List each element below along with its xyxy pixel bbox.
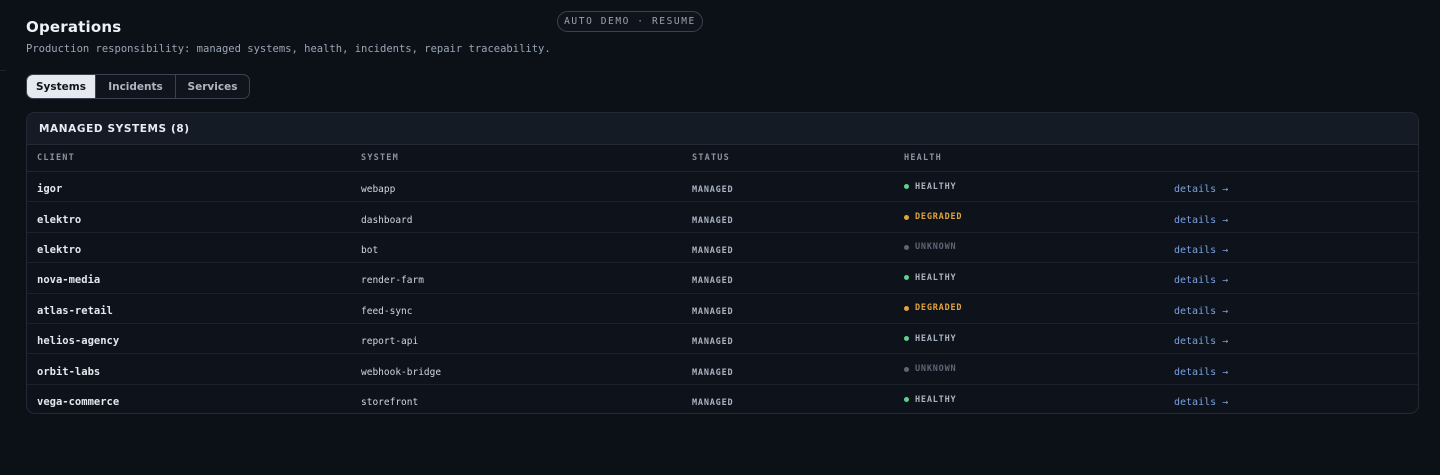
details-link[interactable]: details → — [1174, 367, 1228, 378]
health-label: HEALTHY — [915, 272, 957, 283]
status-label: MANAGED — [692, 337, 734, 348]
health-indicator: HEALTHY — [904, 273, 1174, 283]
tab-services[interactable]: Services — [176, 75, 249, 98]
system-name: webhook-bridge — [361, 366, 442, 378]
table-row: orbit-labs webhook-bridge MANAGED UNKNOWN de… — [27, 354, 1418, 385]
health-indicator: HEALTHY — [904, 182, 1174, 192]
client-name: elektro — [37, 213, 82, 226]
system-name: report-api — [361, 336, 419, 348]
client-name: igor — [37, 183, 63, 196]
client-name: vega-commerce — [37, 396, 120, 409]
status-label: MANAGED — [692, 215, 734, 226]
health-label: UNKNOWN — [915, 242, 957, 253]
column-header-system: SYSTEM — [361, 153, 399, 163]
health-label: DEGRADED — [915, 212, 963, 223]
health-indicator: UNKNOWN — [904, 242, 1174, 252]
column-header-status: STATUS — [692, 153, 730, 163]
client-name: helios-agency — [37, 335, 120, 348]
tab-systems[interactable]: Systems — [27, 75, 96, 98]
health-dot-icon — [904, 397, 909, 403]
table-row: atlas-retail feed-sync MANAGED DEGRADED deta… — [27, 294, 1418, 324]
system-name: render-farm — [361, 275, 424, 287]
details-link[interactable]: details → — [1174, 336, 1228, 347]
details-link[interactable]: details → — [1174, 245, 1228, 256]
health-label: HEALTHY — [915, 394, 957, 405]
health-label: DEGRADED — [915, 303, 963, 314]
health-indicator: HEALTHY — [904, 334, 1174, 344]
managed-systems-panel: MANAGED SYSTEMS (8) CLIENT SYSTEM STATUS… — [26, 112, 1419, 414]
health-indicator: UNKNOWN — [904, 364, 1174, 374]
table-row: vega-commerce storefront MANAGED HEALTHY det… — [27, 385, 1418, 413]
client-name: atlas-retail — [37, 304, 113, 317]
system-name: bot — [361, 244, 379, 256]
status-label: MANAGED — [692, 367, 734, 378]
health-dot-icon — [904, 336, 909, 342]
table-row: helios-agency report-api MANAGED HEALTHY det… — [27, 324, 1418, 355]
details-link[interactable]: details → — [1174, 397, 1228, 408]
status-label: MANAGED — [692, 276, 734, 287]
column-header-health: HEALTH — [904, 153, 942, 163]
table-body: igor webapp MANAGED HEALTHY details → elektro… — [27, 172, 1418, 413]
health-indicator: DEGRADED — [904, 303, 1174, 313]
health-label: UNKNOWN — [915, 364, 957, 375]
health-dot-icon — [904, 214, 909, 220]
sidebar-edge — [0, 70, 6, 71]
page-subtitle: Production responsibility: managed syste… — [26, 43, 551, 55]
table-row: igor webapp MANAGED HEALTHY details → — [27, 172, 1418, 203]
table-row: elektro dashboard MANAGED DEGRADED details → — [27, 202, 1418, 233]
tab-incidents[interactable]: Incidents — [96, 75, 176, 98]
system-name: dashboard — [361, 214, 413, 226]
health-dot-icon — [904, 184, 909, 190]
system-name: storefront — [361, 397, 419, 409]
auto-demo-resume-button[interactable]: AUTO DEMO · RESUME — [557, 11, 703, 32]
health-dot-icon — [904, 305, 909, 311]
health-dot-icon — [904, 275, 909, 281]
operations-page: Operations Production responsibility: ma… — [0, 0, 1440, 475]
health-dot-icon — [904, 244, 909, 250]
column-header-client: CLIENT — [37, 153, 75, 163]
status-label: MANAGED — [692, 306, 734, 317]
table-header: CLIENT SYSTEM STATUS HEALTH — [27, 145, 1418, 172]
status-label: MANAGED — [692, 185, 734, 196]
status-label: MANAGED — [692, 398, 734, 409]
details-link[interactable]: details → — [1174, 275, 1228, 286]
health-label: HEALTHY — [915, 181, 957, 192]
client-name: orbit-labs — [37, 365, 101, 378]
table-row: elektro bot MANAGED UNKNOWN details → — [27, 233, 1418, 264]
details-link[interactable]: details → — [1174, 215, 1228, 226]
tab-bar: Systems Incidents Services — [26, 74, 250, 99]
health-label: HEALTHY — [915, 333, 957, 344]
system-name: webapp — [361, 184, 396, 196]
table-row: nova-media render-farm MANAGED HEALTHY detai… — [27, 263, 1418, 294]
health-indicator: DEGRADED — [904, 212, 1174, 222]
health-indicator: HEALTHY — [904, 395, 1174, 405]
client-name: nova-media — [37, 274, 101, 287]
panel-title: MANAGED SYSTEMS (8) — [27, 113, 1418, 145]
system-name: feed-sync — [361, 305, 413, 317]
details-link[interactable]: details → — [1174, 306, 1228, 317]
details-link[interactable]: details → — [1174, 184, 1228, 195]
status-label: MANAGED — [692, 245, 734, 256]
page-title: Operations — [26, 18, 122, 36]
client-name: elektro — [37, 243, 82, 256]
health-dot-icon — [904, 366, 909, 372]
